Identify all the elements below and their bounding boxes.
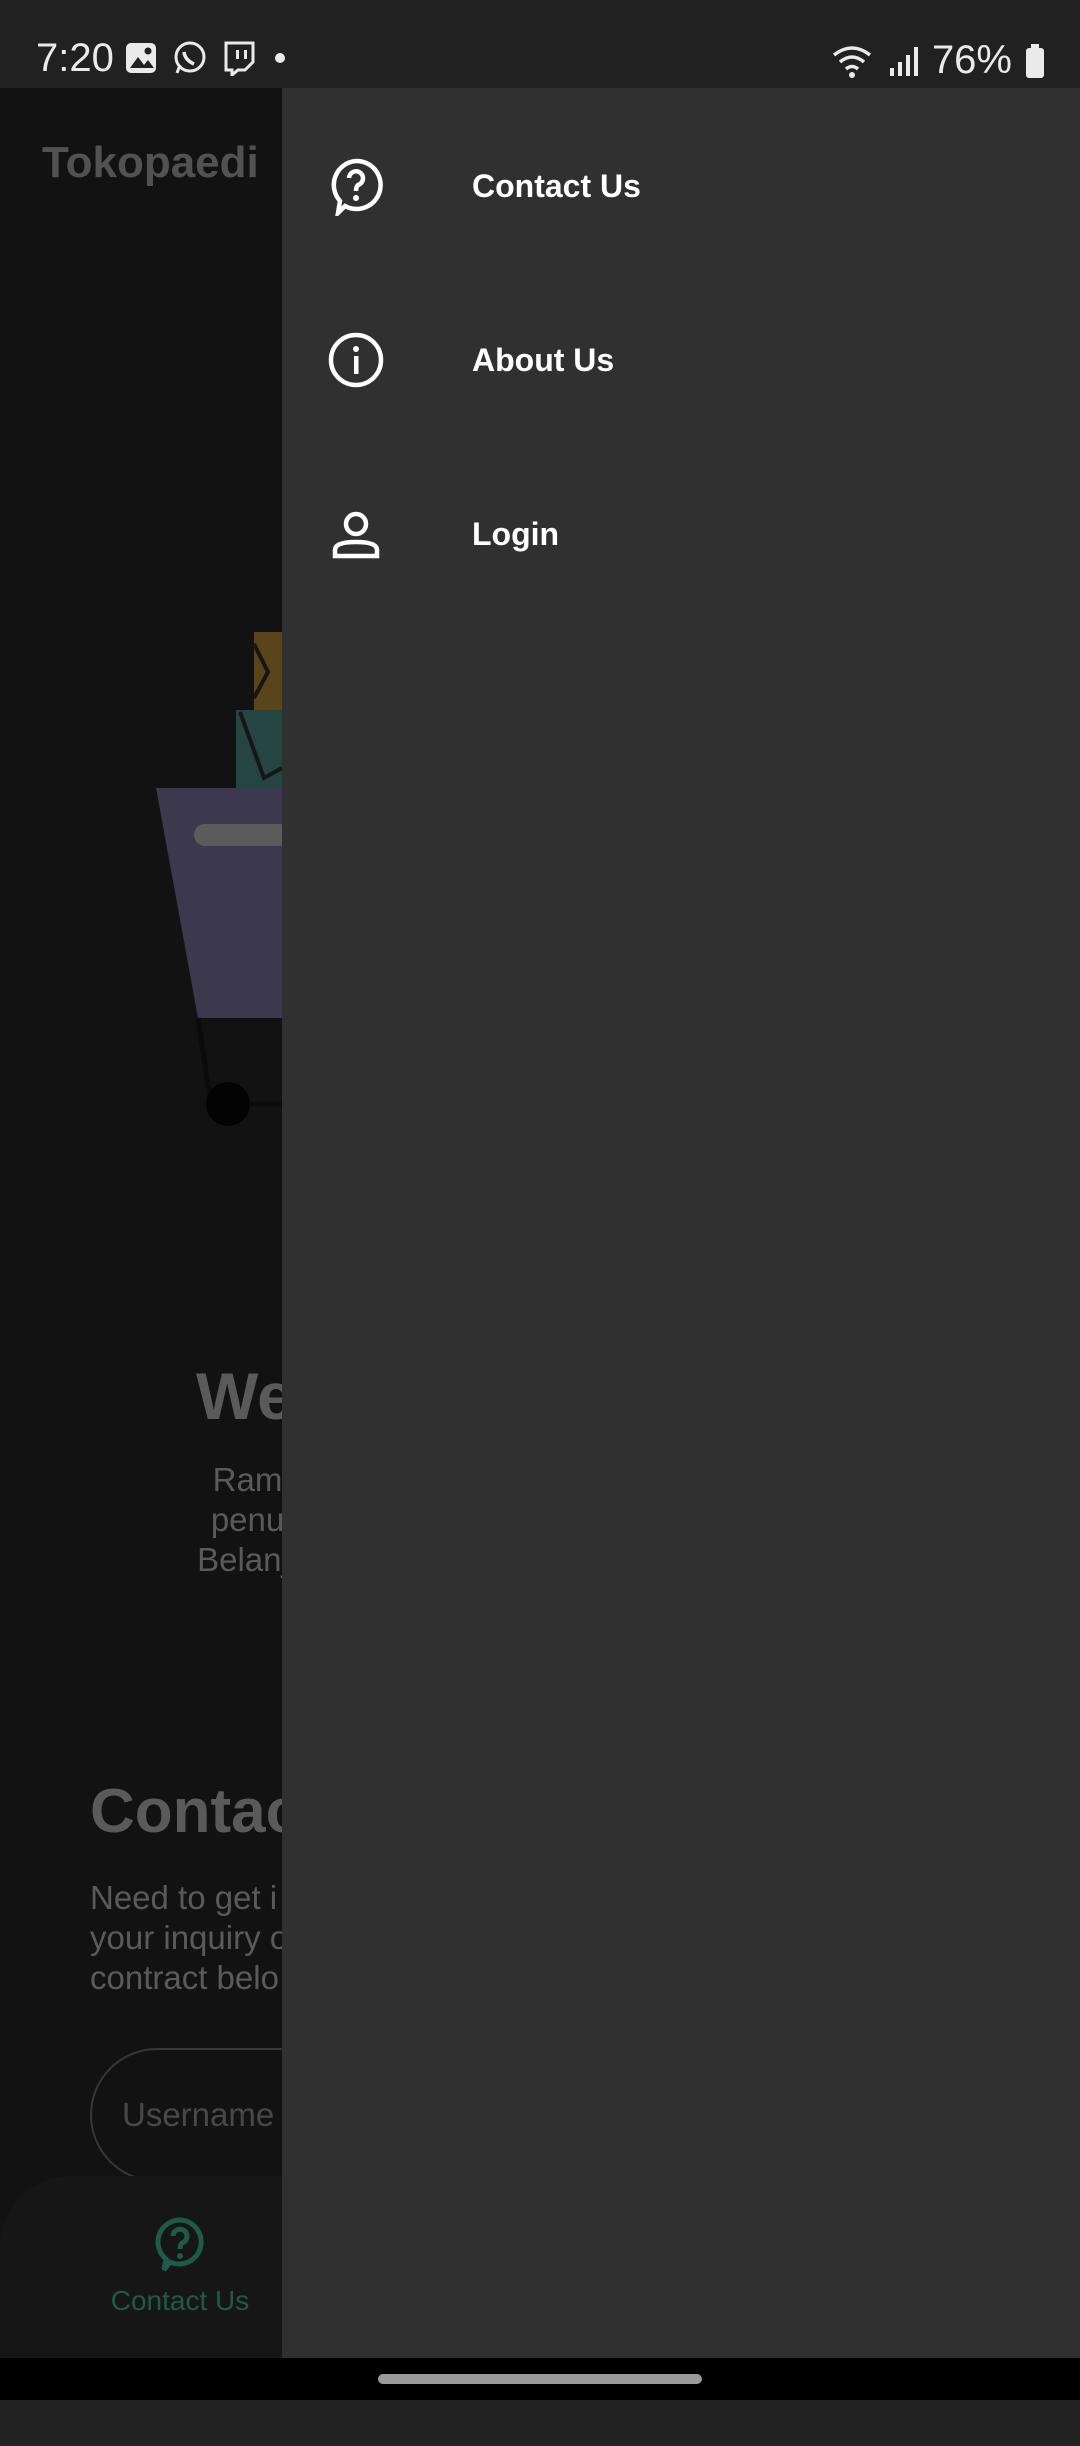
wifi-icon <box>832 45 872 78</box>
gallery-icon <box>126 43 156 73</box>
drawer-item-about-us[interactable]: About Us <box>282 300 1080 420</box>
battery-icon <box>1026 43 1044 78</box>
drawer-item-contact-us[interactable]: Contact Us <box>282 126 1080 246</box>
home-gesture-handle[interactable] <box>378 2374 702 2384</box>
battery-percent: 76% <box>931 38 1012 82</box>
system-nav-bar <box>0 2358 1080 2400</box>
dot-icon <box>275 53 285 63</box>
twitch-icon <box>224 41 255 76</box>
drawer-item-label: Contact Us <box>472 167 641 204</box>
drawer-item-label: About Us <box>472 341 615 378</box>
person-icon <box>332 511 380 559</box>
signal-icon <box>889 46 918 76</box>
drawer-item-login[interactable]: Login <box>282 474 1080 594</box>
help-bubble-icon <box>331 158 383 216</box>
navigation-drawer: Contact Us About Us Login <box>282 88 1080 2358</box>
info-icon <box>328 332 384 388</box>
whatsapp-icon <box>174 41 206 74</box>
status-time: 7:20 <box>36 36 114 80</box>
status-bar: 7:20 76% <box>0 0 1080 88</box>
drawer-item-label: Login <box>472 515 560 552</box>
